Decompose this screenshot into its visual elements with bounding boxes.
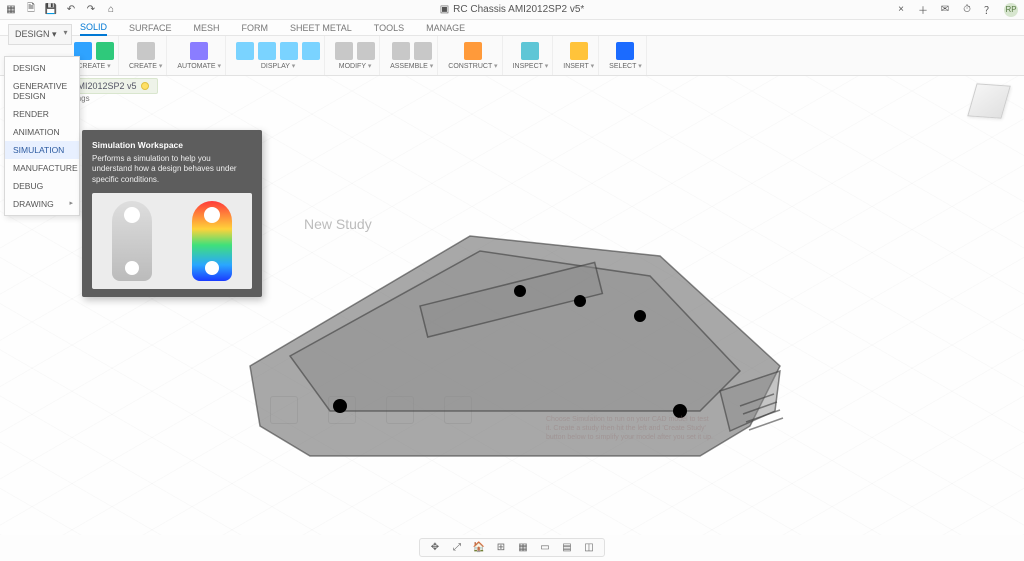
tooltip-title: Simulation Workspace: [92, 140, 252, 150]
avatar[interactable]: RP: [1004, 3, 1018, 17]
ribbon-toolbar: CREATE CREATE AUTOMATE DISPLAY MODIFY AS…: [0, 36, 1024, 76]
job-status-icon[interactable]: ⏱: [960, 3, 974, 17]
tab-solid[interactable]: SOLID: [80, 20, 107, 36]
ws-item-debug[interactable]: DEBUG: [5, 177, 79, 195]
ribbon-group-select: SELECT: [605, 36, 647, 75]
titlebar-right-controls: × ＋ ✉ ⏱ ？ RP: [894, 3, 1024, 17]
titlebar-left-controls: ▦ 🗎 💾 ↶ ↷ ⌂: [0, 3, 118, 17]
ribbon-label[interactable]: INSPECT: [513, 62, 549, 70]
ribbon-label[interactable]: CREATE: [77, 62, 110, 70]
ribbon-label[interactable]: MODIFY: [339, 62, 372, 70]
notifications-icon[interactable]: ✉: [938, 3, 952, 17]
view-navbar: ✥ ⤢ 🏠 ⊞ ▦ ▭ ▤ ◫: [419, 538, 605, 557]
ribbon-label[interactable]: ASSEMBLE: [390, 62, 433, 70]
display-icon[interactable]: [258, 42, 276, 60]
ws-item-render[interactable]: RENDER: [5, 105, 79, 123]
assemble-icon[interactable]: [414, 42, 432, 60]
insert-icon[interactable]: [570, 42, 588, 60]
display-mode-icon[interactable]: ▦: [516, 542, 530, 553]
ws-item-design[interactable]: DESIGN: [5, 59, 79, 77]
lookat-icon[interactable]: ⊞: [494, 542, 508, 553]
ribbon-tabs: SOLID SURFACE MESH FORM SHEET METAL TOOL…: [0, 20, 1024, 36]
ribbon-label[interactable]: CONSTRUCT: [448, 62, 497, 70]
select-icon[interactable]: [616, 42, 634, 60]
ws-item-generative[interactable]: GENERATIVE DESIGN: [5, 77, 79, 105]
file-icon[interactable]: 🗎: [24, 3, 38, 17]
help-icon[interactable]: ？: [982, 3, 996, 17]
ribbon-label[interactable]: AUTOMATE: [177, 62, 221, 70]
model-chassis[interactable]: [220, 196, 820, 506]
ws-item-manufacture[interactable]: MANUFACTURE: [5, 159, 79, 177]
ribbon-label[interactable]: CREATE: [129, 62, 162, 70]
tab-form[interactable]: FORM: [242, 23, 269, 33]
ribbon-group-create2: CREATE: [125, 36, 167, 75]
workspace-tooltip: Simulation Workspace Performs a simulati…: [82, 130, 262, 297]
workspace-switcher[interactable]: DESIGN ▾: [8, 24, 72, 45]
document-title-text: RC Chassis AMI2012SP2 v5*: [453, 4, 584, 15]
pan-icon[interactable]: ⤢: [450, 542, 464, 553]
automate-icon[interactable]: [190, 42, 208, 60]
grid-icon[interactable]: ▤: [560, 542, 574, 553]
tab-mesh[interactable]: MESH: [194, 23, 220, 33]
bracket-fea-icon: [192, 201, 232, 281]
tab-manage[interactable]: MANAGE: [426, 23, 465, 33]
fusion-logo-icon: ▣: [440, 4, 449, 15]
hint-text: Choose Simulation to run on your CAD mod…: [546, 416, 716, 442]
ribbon-group-assemble: ASSEMBLE: [386, 36, 438, 75]
tab-tools[interactable]: TOOLS: [374, 23, 404, 33]
ribbon-label[interactable]: SELECT: [609, 62, 642, 70]
fullscreen-icon[interactable]: ◫: [582, 542, 596, 553]
tooltip-preview-image: [92, 193, 252, 289]
viewport-layout-icon[interactable]: ▭: [538, 542, 552, 553]
close-doc-icon[interactable]: ×: [894, 3, 908, 17]
tooltip-body: Performs a simulation to help you unders…: [92, 154, 252, 185]
document-title: ▣ RC Chassis AMI2012SP2 v5*: [440, 4, 585, 15]
workspace-menu: DESIGN GENERATIVE DESIGN RENDER ANIMATIO…: [4, 56, 80, 216]
ws-item-simulation[interactable]: SIMULATION: [5, 141, 79, 159]
display-icon[interactable]: [280, 42, 298, 60]
fillet-icon[interactable]: [335, 42, 353, 60]
orbit-icon[interactable]: ✥: [428, 542, 442, 553]
ribbon-group-construct: CONSTRUCT: [444, 36, 502, 75]
ws-item-drawing[interactable]: DRAWING: [5, 195, 79, 213]
joint-icon[interactable]: [392, 42, 410, 60]
ribbon-group-inspect: INSPECT: [509, 36, 554, 75]
app-menu-icon[interactable]: ▦: [4, 3, 18, 17]
display-icon[interactable]: [236, 42, 254, 60]
tab-sheetmetal[interactable]: SHEET METAL: [290, 23, 352, 33]
plane-icon[interactable]: [464, 42, 482, 60]
bracket-plain-icon: [112, 201, 152, 281]
extensions-icon[interactable]: ＋: [916, 3, 930, 17]
new-component-icon[interactable]: [96, 42, 114, 60]
move-icon[interactable]: [357, 42, 375, 60]
undo-icon[interactable]: ↶: [64, 3, 78, 17]
ws-item-animation[interactable]: ANIMATION: [5, 123, 79, 141]
ribbon-label[interactable]: INSERT: [563, 62, 594, 70]
home-view-icon[interactable]: 🏠: [472, 542, 486, 553]
ribbon-group-modify: MODIFY: [331, 36, 380, 75]
home-icon[interactable]: ⌂: [104, 3, 118, 17]
ribbon-label[interactable]: DISPLAY: [261, 62, 295, 70]
save-icon[interactable]: 💾: [44, 3, 58, 17]
title-bar: ▦ 🗎 💾 ↶ ↷ ⌂ ▣ RC Chassis AMI2012SP2 v5* …: [0, 0, 1024, 20]
ribbon-group-insert: INSERT: [559, 36, 599, 75]
ribbon-group-automate: AUTOMATE: [173, 36, 226, 75]
extrude-icon[interactable]: [137, 42, 155, 60]
ribbon-group-display: DISPLAY: [232, 36, 325, 75]
tab-surface[interactable]: SURFACE: [129, 23, 172, 33]
display-icon[interactable]: [302, 42, 320, 60]
redo-icon[interactable]: ↷: [84, 3, 98, 17]
version-badge-icon: [141, 82, 149, 90]
measure-icon[interactable]: [521, 42, 539, 60]
